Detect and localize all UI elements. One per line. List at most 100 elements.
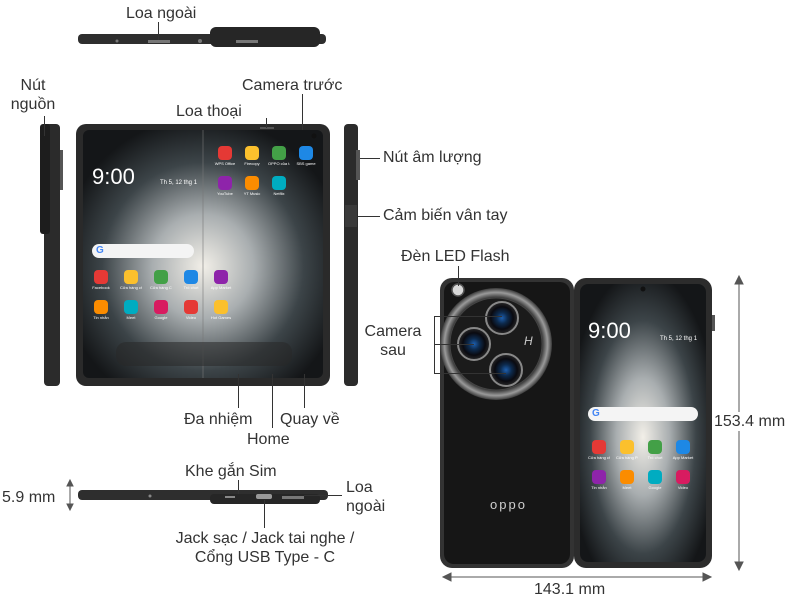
label-home: Home	[247, 431, 290, 448]
cover-app-label: Video	[677, 485, 689, 490]
inner-search-bar	[92, 244, 194, 258]
leader-loa-ngoai-bottom	[304, 495, 342, 496]
cover-app-icon	[676, 470, 690, 484]
inner-app-label: OPPO của t...	[268, 161, 290, 166]
inner-app-label: Trò chơi	[183, 285, 199, 290]
inner-dock	[116, 342, 292, 366]
label-den-led-flash: Đèn LED Flash	[401, 248, 510, 265]
inner-app-label: WPS Office	[214, 161, 236, 166]
cover-app-icon	[592, 440, 606, 454]
device-illustration	[40, 27, 744, 582]
cover-app-icon	[620, 470, 634, 484]
label-camera-sau: Camera sau	[364, 323, 422, 359]
label-nut-am-luong: Nút âm lượng	[383, 149, 482, 166]
inner-app-icon	[94, 300, 108, 314]
inner-app-label: Meet	[126, 315, 136, 320]
inner-app-icon	[245, 146, 259, 160]
cover-app-icon	[620, 440, 634, 454]
bottom-edge-view	[78, 490, 328, 504]
inner-app-icon	[184, 270, 198, 284]
leader-quay-ve	[304, 374, 305, 408]
label-jack: Jack sạc / Jack tai nghe / Cổng USB Type…	[175, 530, 355, 566]
top-edge-view	[78, 27, 326, 47]
dimension-thickness: 5.9 mm	[2, 489, 56, 506]
label-loa-ngoai-bottom: Loa ngoài	[346, 479, 386, 515]
cover-search-bar	[588, 407, 698, 421]
inner-app-icon	[245, 176, 259, 190]
leader-loa-thoai	[266, 118, 267, 128]
cover-app-label: Trò chơi	[647, 455, 663, 460]
dimension-height: 153.4 mm	[714, 412, 786, 431]
inner-app-icon	[218, 176, 232, 190]
leader-da-nhiem	[238, 374, 239, 408]
inner-app-icon	[214, 300, 228, 314]
leader-camera-sau-3	[434, 373, 506, 374]
cover-app-label: Cửa hàng Pl...	[616, 455, 638, 460]
inner-app-icon	[154, 300, 168, 314]
label-cam-bien-van-tay: Cảm biến vân tay	[383, 207, 508, 224]
inner-app-icon	[124, 300, 138, 314]
inner-app-label: YouTube	[217, 191, 233, 196]
leader-home	[272, 374, 273, 428]
inner-search-logo: G	[96, 245, 104, 256]
label-khe-gan-sim: Khe gắn Sim	[185, 463, 277, 480]
leader-den-led	[458, 266, 459, 286]
label-loa-thoai: Loa thoại	[176, 103, 242, 120]
cover-search-logo: G	[592, 408, 600, 419]
inner-app-label: Cửa hàng ch...	[120, 285, 142, 290]
cover-date: Th 5, 12 thg 1	[660, 336, 698, 342]
inner-app-icon	[184, 300, 198, 314]
leader-camera-sau-2	[434, 344, 474, 345]
inner-app-label: App Market	[210, 285, 232, 290]
dimension-width: 143.1 mm	[534, 581, 606, 598]
cover-app-icon	[648, 440, 662, 454]
inner-app-icon	[272, 176, 286, 190]
back-phone-view	[440, 278, 574, 568]
label-loa-ngoai-top: Loa ngoài	[126, 5, 197, 22]
inner-app-label: SBS game	[296, 161, 316, 166]
left-side-view	[40, 124, 63, 386]
inner-app-label: Firecopy	[244, 161, 260, 166]
leader-loa-ngoai-top	[158, 22, 159, 40]
inner-app-icon	[218, 146, 232, 160]
inner-clock: 9:00	[92, 164, 135, 189]
inner-app-label: Cửa hàng CH	[150, 285, 172, 290]
inner-app-icon	[214, 270, 228, 284]
inner-app-label: Google	[154, 315, 168, 320]
cover-app-label: Meet	[622, 485, 632, 490]
label-nut-nguon: Nút nguồn	[10, 77, 56, 113]
leader-jack	[264, 500, 265, 528]
leader-nut-nguon	[44, 116, 45, 136]
inner-app-label: Netflix	[273, 191, 285, 196]
inner-app-icon	[154, 270, 168, 284]
inner-app-label: Tin nhắn	[93, 315, 109, 320]
label-camera-truoc: Camera trước	[242, 77, 343, 94]
inner-app-label: Hot Games	[210, 315, 232, 320]
inner-app-icon	[94, 270, 108, 284]
cover-app-label: Tin nhắn	[591, 485, 607, 490]
cover-clock: 9:00	[588, 318, 631, 343]
cover-app-label: Cửa hàng ch...	[588, 455, 610, 460]
cover-app-icon	[676, 440, 690, 454]
inner-app-label: YT Music	[243, 191, 261, 196]
inner-app-icon	[272, 146, 286, 160]
leader-nut-am-luong	[360, 158, 380, 159]
back-hasselblad-mark: H	[524, 334, 533, 348]
leader-cam-bien	[358, 216, 380, 217]
leader-camera-sau-v	[434, 316, 435, 374]
back-brand-logo: oppo	[490, 497, 527, 512]
inner-app-icon	[299, 146, 313, 160]
leader-camera-truoc	[302, 94, 303, 130]
inner-app-label: Facebook	[92, 285, 110, 290]
cover-app-label: Google	[648, 485, 662, 490]
cover-app-label: App Market	[672, 455, 694, 460]
cover-app-icon	[592, 470, 606, 484]
leader-camera-sau-1	[434, 316, 502, 317]
label-quay-ve: Quay về	[280, 411, 340, 428]
cover-app-icon	[648, 470, 662, 484]
inner-app-label: Video	[185, 315, 197, 320]
inner-app-icon	[124, 270, 138, 284]
label-da-nhiem: Đa nhiệm	[184, 411, 253, 428]
inner-date: Th 5, 12 thg 1	[160, 180, 198, 186]
leader-khe-sim	[238, 480, 239, 494]
